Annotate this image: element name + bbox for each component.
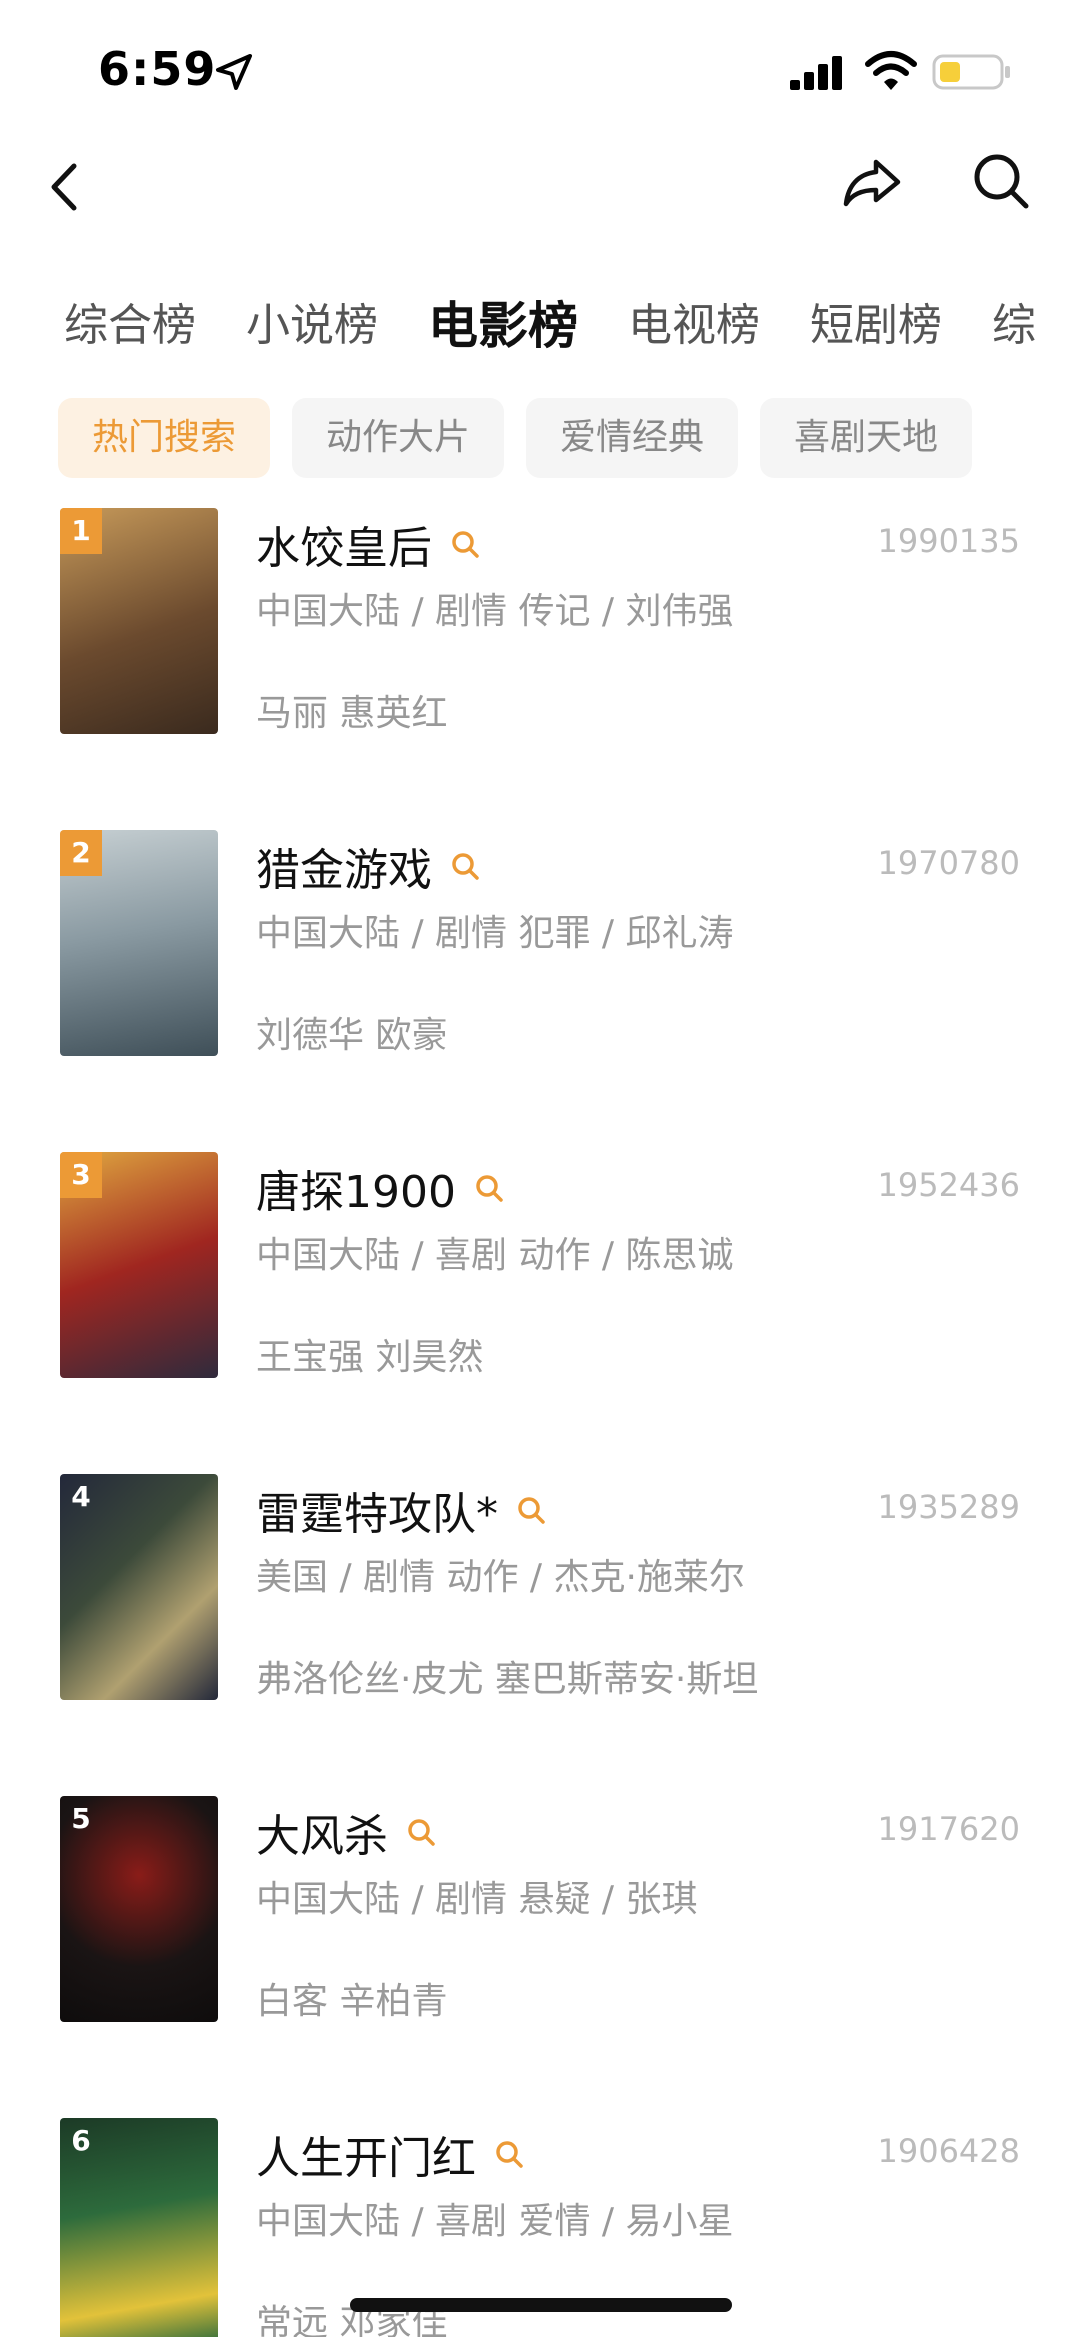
tab-overall[interactable]: 综合榜 xyxy=(64,286,196,366)
ranking-list: 1 水饺皇后 1990135 中国大陆 / 剧情 传记 / 刘伟强 马丽 惠英红… xyxy=(0,508,1080,2337)
search-count: 1952436 xyxy=(877,1166,1020,1204)
poster-image: 2 xyxy=(60,830,218,1056)
rank-badge: 5 xyxy=(71,1802,91,1835)
tab-novel[interactable]: 小说榜 xyxy=(246,286,378,366)
movie-meta: 中国大陆 / 剧情 犯罪 / 邱礼涛 xyxy=(256,913,734,954)
poster-image: 1 xyxy=(60,508,218,734)
status-bar: 6:59 xyxy=(0,0,1080,140)
movie-cast: 刘德华 欧豪 xyxy=(256,1015,448,1056)
search-count: 1917620 xyxy=(877,1810,1020,1848)
movie-title[interactable]: 水饺皇后 xyxy=(256,512,480,576)
list-item[interactable]: 5 大风杀 1917620 中国大陆 / 剧情 悬疑 / 张琪 白客 辛柏青 xyxy=(0,1796,1080,2118)
movie-cast: 白客 辛柏青 xyxy=(256,1981,448,2022)
rank-badge: 6 xyxy=(71,2124,91,2157)
status-time: 6:59 xyxy=(98,42,217,96)
battery-icon xyxy=(932,54,1010,90)
chip-romance[interactable]: 爱情经典 xyxy=(526,398,739,478)
location-arrow-icon xyxy=(216,54,252,90)
movie-title[interactable]: 唐探1900 xyxy=(256,1156,504,1220)
list-item[interactable]: 2 猎金游戏 1970780 中国大陆 / 剧情 犯罪 / 邱礼涛 刘德华 欧豪 xyxy=(0,830,1080,1152)
movie-meta: 美国 / 剧情 动作 / 杰克·施莱尔 xyxy=(256,1557,745,1598)
poster-image: 3 xyxy=(60,1152,218,1378)
movie-title[interactable]: 人生开门红 xyxy=(256,2122,524,2186)
search-count: 1935289 xyxy=(877,1488,1020,1526)
movie-meta: 中国大陆 / 喜剧 爱情 / 易小星 xyxy=(256,2201,734,2242)
category-tabs: 综合榜 小说榜 电影榜 电视榜 短剧榜综 xyxy=(64,286,1044,366)
search-small-icon xyxy=(452,853,479,880)
rank-badge: 1 xyxy=(60,508,102,554)
rank-badge: 4 xyxy=(71,1480,91,1513)
movie-meta: 中国大陆 / 喜剧 动作 / 陈思诚 xyxy=(256,1235,734,1276)
movie-title[interactable]: 雷霆特攻队* xyxy=(256,1478,546,1542)
rank-badge: 3 xyxy=(60,1152,102,1198)
back-chevron-icon[interactable] xyxy=(44,152,88,222)
search-small-icon xyxy=(518,1497,545,1524)
tab-tv[interactable]: 电视榜 xyxy=(628,286,760,366)
poster-image: 6 xyxy=(60,2118,218,2337)
cellular-signal-icon xyxy=(790,56,842,90)
tab-short-drama[interactable]: 短剧榜 xyxy=(810,286,942,366)
poster-image: 5 xyxy=(60,1796,218,2022)
movie-cast: 马丽 惠英红 xyxy=(256,693,448,734)
list-item[interactable]: 1 水饺皇后 1990135 中国大陆 / 剧情 传记 / 刘伟强 马丽 惠英红 xyxy=(0,508,1080,830)
search-icon[interactable] xyxy=(970,150,1032,212)
list-item[interactable]: 4 雷霆特攻队* 1935289 美国 / 剧情 动作 / 杰克·施莱尔 弗洛伦… xyxy=(0,1474,1080,1796)
search-count: 1906428 xyxy=(877,2132,1020,2170)
chip-action[interactable]: 动作大片 xyxy=(292,398,505,478)
share-icon[interactable] xyxy=(840,150,904,214)
tab-movie[interactable]: 电影榜 xyxy=(428,286,578,366)
search-count: 1970780 xyxy=(877,844,1020,882)
list-item[interactable]: 3 唐探1900 1952436 中国大陆 / 喜剧 动作 / 陈思诚 王宝强 … xyxy=(0,1152,1080,1474)
chip-comedy[interactable]: 喜剧天地 xyxy=(760,398,973,478)
nav-bar xyxy=(0,140,1080,240)
home-indicator xyxy=(350,2298,732,2312)
movie-title[interactable]: 大风杀 xyxy=(256,1800,436,1864)
movie-cast: 弗洛伦丝·皮尤 塞巴斯蒂安·斯坦 xyxy=(256,1659,759,1700)
search-small-icon xyxy=(452,531,479,558)
search-count: 1990135 xyxy=(877,522,1020,560)
sub-filter-chips: 热门搜索 动作大片 爱情经典 喜剧天地 xyxy=(58,398,1058,480)
wifi-icon xyxy=(865,51,917,90)
movie-cast: 王宝强 刘昊然 xyxy=(256,1337,484,1378)
poster-image: 4 xyxy=(60,1474,218,1700)
search-small-icon xyxy=(496,2141,523,2168)
search-small-icon xyxy=(476,1175,503,1202)
movie-meta: 中国大陆 / 剧情 悬疑 / 张琪 xyxy=(256,1879,698,1920)
search-small-icon xyxy=(408,1819,435,1846)
movie-meta: 中国大陆 / 剧情 传记 / 刘伟强 xyxy=(256,591,734,632)
chip-hot-search[interactable]: 热门搜索 xyxy=(58,398,271,478)
movie-title[interactable]: 猎金游戏 xyxy=(256,834,480,898)
tab-variety[interactable]: 综 xyxy=(992,286,1036,366)
rank-badge: 2 xyxy=(60,830,102,876)
